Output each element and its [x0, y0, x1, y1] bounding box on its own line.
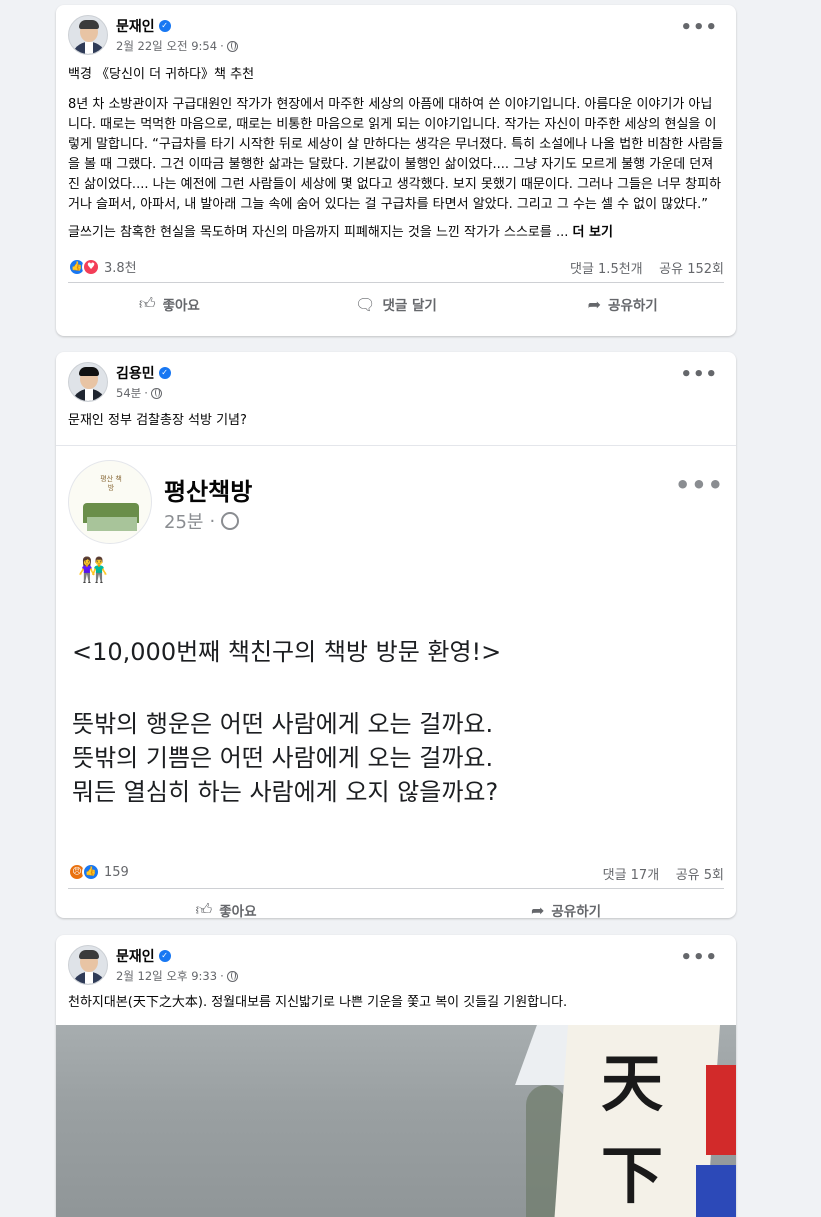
comment-share-counts: 댓글 1.5천개 공유 152회 — [570, 258, 724, 277]
see-more-link[interactable]: 더 보기 — [573, 225, 613, 240]
author-avatar[interactable] — [68, 945, 108, 985]
globe-icon — [226, 40, 238, 52]
shared-meta: 25분 · — [164, 508, 240, 534]
share-icon: ➦ — [530, 900, 545, 919]
post-text: 천하지대본(天下之大本). 정월대보름 지신밟기로 나쁜 기운을 쫓고 복이 깃… — [56, 993, 736, 1025]
comment-count[interactable]: 댓글 17개 — [603, 868, 660, 883]
like-button[interactable]: 👍︎ 좋아요 — [56, 294, 283, 314]
post-meta: 2월 12일 오후 9:33 · — [116, 968, 238, 984]
verified-badge-icon: ✓ — [158, 20, 171, 32]
more-options-icon[interactable]: ••• — [680, 366, 718, 384]
share-label: 공유하기 — [551, 904, 602, 918]
post-header: 문재인 ✓ 2월 22일 오전 9:54 · ••• — [56, 5, 736, 57]
more-options-icon[interactable]: ••• — [680, 19, 718, 37]
shared-screenshot[interactable]: 평산 책방 평산책방 25분 · ••• 👫 <10,000번째 책친구의 책방… — [56, 445, 736, 855]
share-button[interactable]: ➦ 공유하기 — [396, 900, 736, 919]
author-name-row: 김용민 ✓ — [116, 363, 171, 383]
author-name-row: 문재인 ✓ — [116, 16, 171, 36]
like-button[interactable]: 👍︎ 좋아요 — [56, 900, 396, 918]
post-timestamp[interactable]: 2월 22일 오전 9:54 — [116, 38, 217, 54]
post-text: 백경 《당신이 더 귀하다》책 추천 8년 차 소방관이자 구급대원인 작가가 … — [56, 65, 736, 243]
reaction-summary[interactable]: 👍 ♥ 3.8천 — [68, 257, 137, 276]
reaction-summary[interactable]: 😠︎ 👍 159 — [68, 863, 129, 881]
post-body: 8년 차 소방관이자 구급대원인 작가가 현장에서 마주한 세상의 아픔에 대하… — [68, 97, 724, 212]
couple-emoji-icon: 👫 — [78, 556, 108, 584]
action-bar: 👍︎ 좋아요 ➦ 공유하기 — [56, 889, 736, 918]
comment-button[interactable]: 🗨︎ 댓글 달기 — [283, 294, 510, 315]
shared-author-avatar: 평산 책방 — [68, 460, 152, 544]
post-card: 문재인 ✓ 2월 12일 오후 9:33 · ••• 천하지대본(天下之大本).… — [56, 935, 736, 1217]
post-meta: 2월 22일 오전 9:54 · — [116, 38, 238, 54]
author-avatar[interactable] — [68, 362, 108, 402]
flag-shape — [706, 1065, 736, 1155]
post-card: 김용민 ✓ 54분 · ••• 문재인 정부 검찰총장 석방 기념? 평산 책방… — [56, 352, 736, 918]
share-count[interactable]: 공유 152회 — [659, 262, 724, 277]
post-header: 문재인 ✓ 2월 12일 오후 9:33 · ••• — [56, 935, 736, 987]
share-icon: ➦ — [587, 294, 602, 314]
post-body-continued: 글쓰기는 참혹한 현실을 목도하며 자신의 마음까지 피폐해지는 것을 느낀 작… — [68, 223, 724, 243]
shared-line: 뜻밖의 행운은 어떤 사람에게 오는 걸까요. — [72, 710, 494, 738]
post-stats: 😠︎ 👍 159 댓글 17개 공유 5회 — [68, 855, 724, 889]
author-name[interactable]: 김용민 — [116, 363, 155, 383]
author-name[interactable]: 문재인 — [116, 946, 155, 966]
shared-author-name: 평산책방 — [164, 478, 253, 506]
author-name[interactable]: 문재인 — [116, 16, 155, 36]
post-photo[interactable]: 天 下 — [56, 1025, 736, 1217]
author-name-row: 문재인 ✓ — [116, 946, 171, 966]
shared-line: 뜻밖의 기쁨은 어떤 사람에게 오는 걸까요. — [72, 744, 494, 772]
comment-icon: 🗨︎ — [355, 294, 376, 314]
action-bar: 👍︎ 좋아요 🗨︎ 댓글 달기 ➦ 공유하기 — [56, 283, 736, 325]
share-button[interactable]: ➦ 공유하기 — [509, 294, 736, 315]
verified-badge-icon: ✓ — [158, 367, 171, 379]
author-avatar[interactable] — [68, 15, 108, 55]
post-body: 천하지대본(天下之大本). 정월대보름 지신밟기로 나쁜 기운을 쫓고 복이 깃… — [68, 995, 568, 1010]
page-scrollbar[interactable] — [809, 0, 821, 1217]
share-count[interactable]: 공유 5회 — [676, 868, 724, 883]
shared-timestamp: 25분 — [164, 512, 204, 533]
love-reaction-icon: ♥ — [82, 257, 100, 276]
like-label: 좋아요 — [219, 904, 257, 918]
thumbs-up-icon: 👍︎ — [138, 294, 156, 313]
banner-character: 天 — [601, 1047, 664, 1120]
avatar-logo-text: 평산 책방 — [100, 475, 122, 492]
verified-badge-icon: ✓ — [158, 950, 171, 962]
post-header: 김용민 ✓ 54분 · ••• — [56, 352, 736, 404]
post-timestamp[interactable]: 54분 — [116, 385, 141, 401]
banner-character: 下 — [601, 1139, 664, 1212]
post-body-truncated: 글쓰기는 참혹한 현실을 목도하며 자신의 마음까지 피폐해지는 것을 느낀 작… — [68, 225, 569, 240]
post-stats: 👍 ♥ 3.8천 댓글 1.5천개 공유 152회 — [68, 249, 724, 283]
globe-icon — [226, 970, 238, 982]
share-label: 공유하기 — [608, 298, 658, 314]
post-meta: 54분 · — [116, 385, 162, 401]
like-reaction-icon: 👍 — [82, 863, 100, 881]
like-label: 좋아요 — [162, 298, 200, 314]
globe-icon — [221, 512, 240, 530]
thumbs-up-icon: 👍︎ — [195, 900, 213, 918]
globe-icon — [150, 387, 162, 399]
more-options-icon: ••• — [674, 471, 724, 499]
more-options-icon[interactable]: ••• — [680, 949, 718, 967]
flag-shape — [696, 1165, 736, 1217]
post-card: 문재인 ✓ 2월 22일 오전 9:54 · ••• 백경 《당신이 더 귀하다… — [56, 5, 736, 336]
post-body: 문재인 정부 검찰총장 석방 기념? — [68, 413, 247, 428]
shared-headline: <10,000번째 책친구의 책방 방문 환영!> — [72, 638, 502, 666]
comment-count[interactable]: 댓글 1.5천개 — [570, 262, 643, 277]
reaction-count: 159 — [104, 864, 129, 880]
post-text: 문재인 정부 검찰총장 석방 기념? — [56, 411, 736, 445]
post-timestamp[interactable]: 2월 12일 오후 9:33 — [116, 968, 217, 984]
shared-line: 뭐든 열심히 하는 사람에게 오지 않을까요? — [72, 778, 499, 806]
comment-share-counts: 댓글 17개 공유 5회 — [603, 864, 724, 883]
comment-label: 댓글 달기 — [382, 298, 437, 314]
post-title: 백경 《당신이 더 귀하다》책 추천 — [68, 67, 255, 82]
reaction-count: 3.8천 — [104, 261, 137, 276]
